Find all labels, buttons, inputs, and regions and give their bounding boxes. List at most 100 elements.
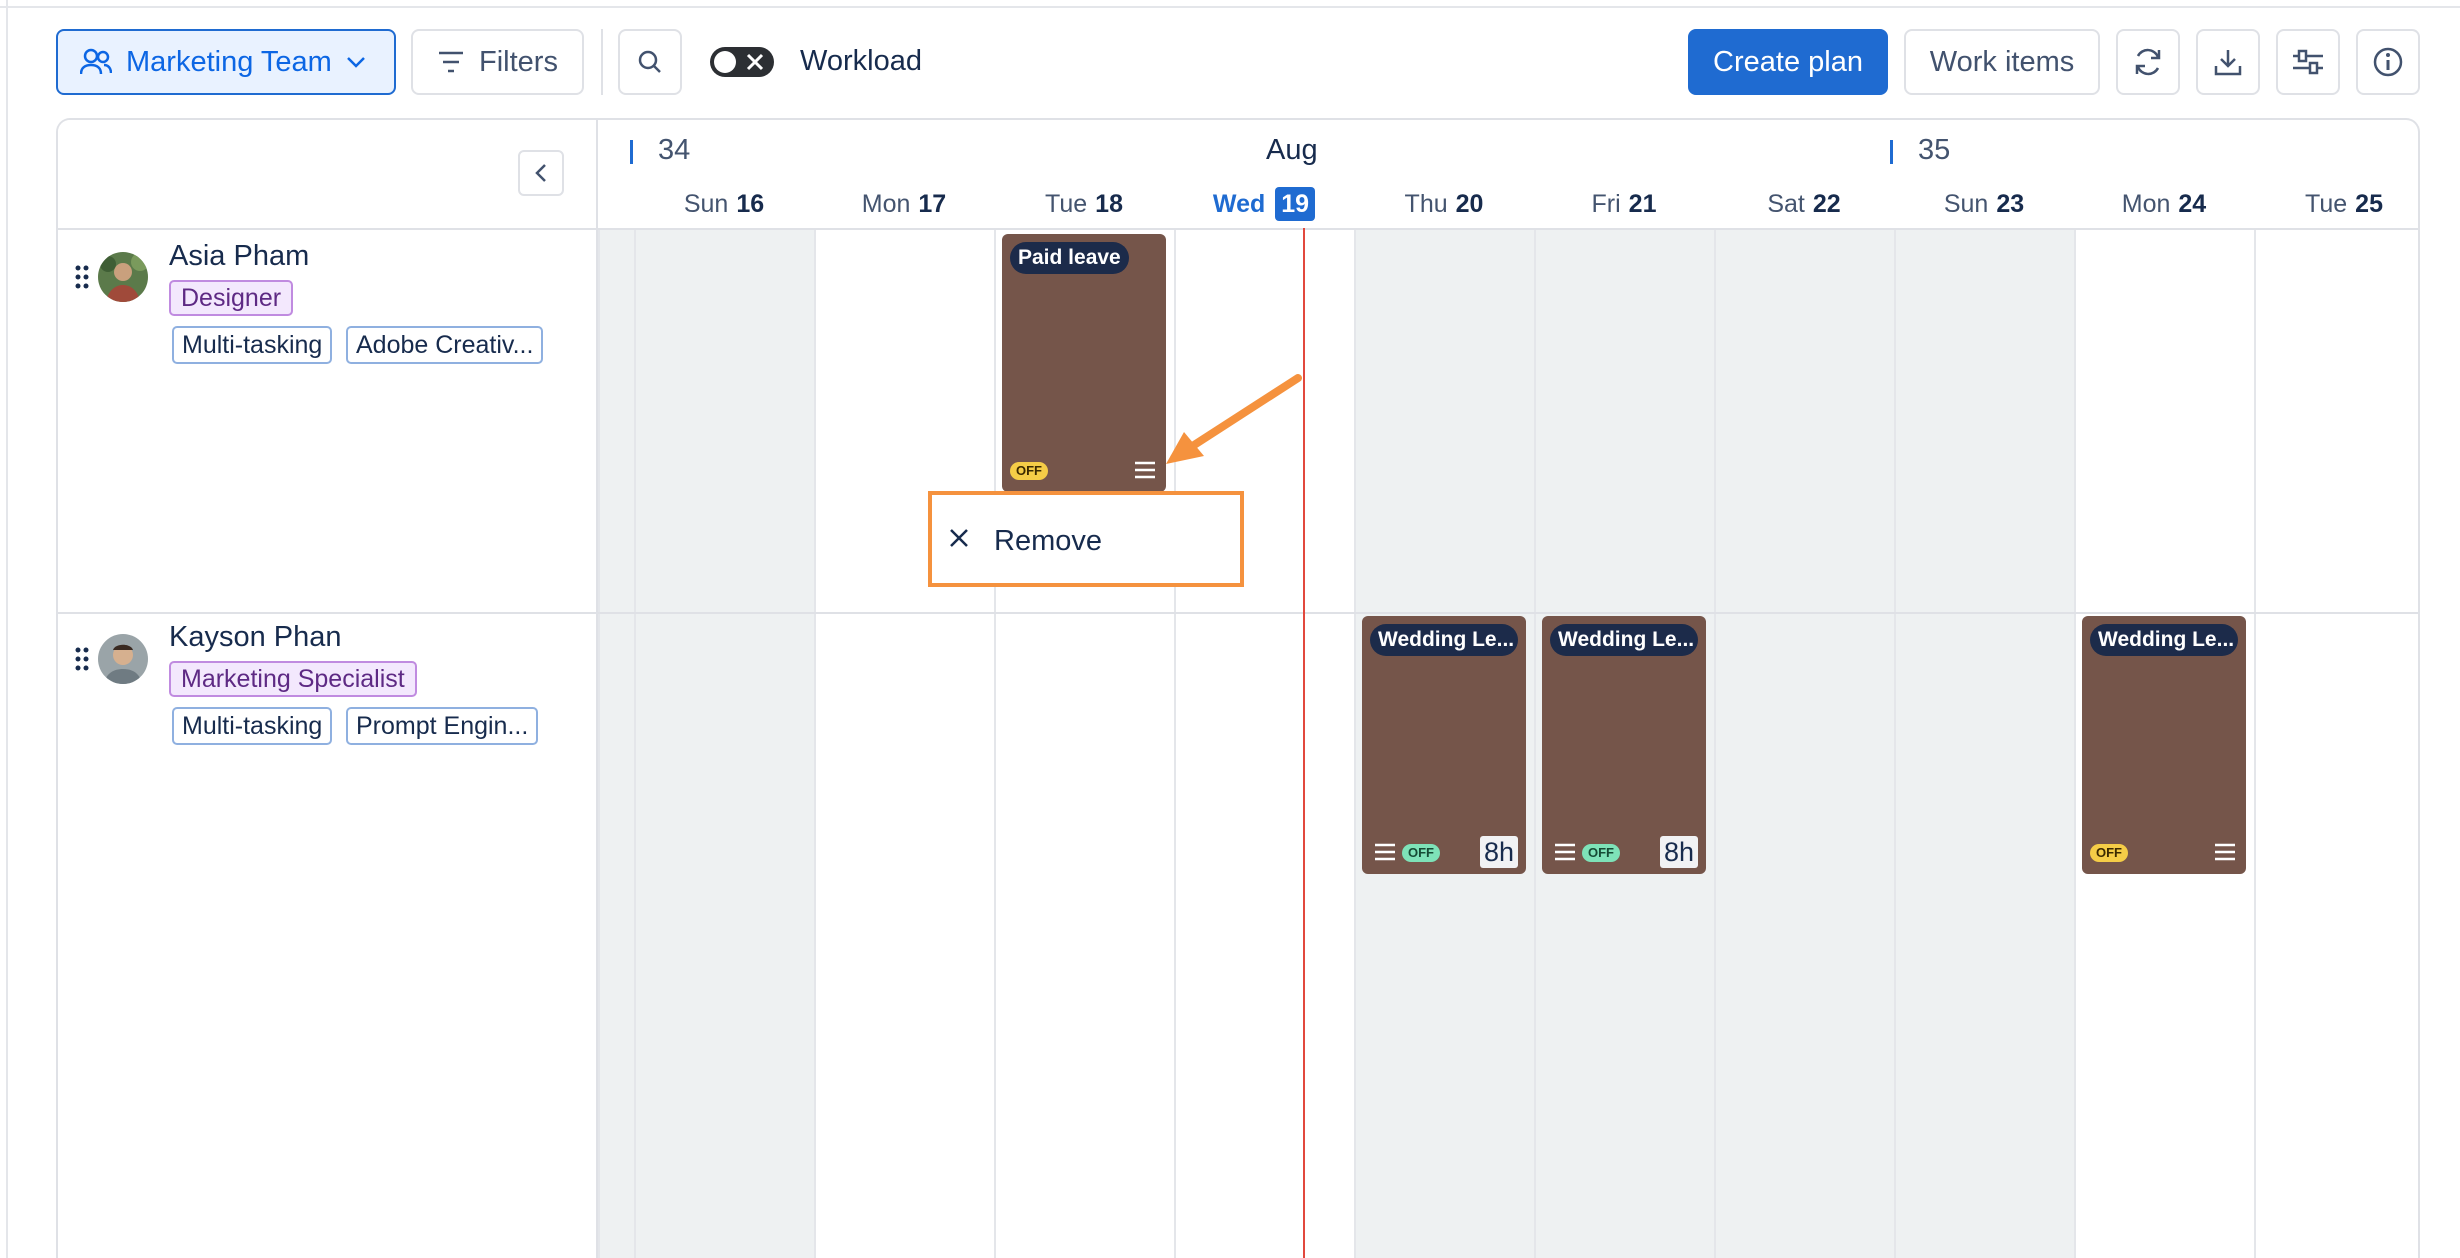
drag-handle-icon[interactable] <box>74 646 90 672</box>
day-number: 18 <box>1095 190 1123 218</box>
collapse-panel-button[interactable] <box>518 150 564 196</box>
day-number: 24 <box>2178 190 2207 218</box>
settings-button[interactable] <box>2276 29 2340 95</box>
day-number: 25 <box>2355 190 2383 218</box>
leave-block[interactable]: Paid leave OFF <box>1002 234 1166 492</box>
leave-title: Wedding Le... <box>1370 624 1518 656</box>
day-name: Tue <box>1045 190 1088 218</box>
day-number: 23 <box>1996 190 2025 218</box>
day-number: 22 <box>1812 190 1841 218</box>
team-label: Marketing Team <box>126 45 332 78</box>
info-icon <box>2373 47 2403 77</box>
hours-label: 8h <box>1659 836 1698 868</box>
week-number: 35 <box>1918 134 1951 166</box>
menu-icon[interactable] <box>2214 842 2236 862</box>
row-divider <box>58 612 2418 614</box>
filters-label: Filters <box>479 45 558 78</box>
toggle-knob <box>714 51 736 73</box>
day-name: Sun <box>1943 190 1989 218</box>
toolbar-divider <box>601 29 603 95</box>
skill-tag: Adobe Creativ... <box>346 326 544 364</box>
day-number: 20 <box>1455 190 1484 218</box>
close-icon <box>950 529 968 547</box>
week-marker <box>630 140 633 164</box>
month-label: Aug <box>1266 134 1318 166</box>
off-badge: OFF <box>1402 844 1440 862</box>
refresh-icon <box>2135 48 2161 76</box>
leave-title: Wedding Le... <box>2090 624 2238 656</box>
day-header-today: Wed 19 <box>1174 187 1354 221</box>
schedule-grid: 34 Aug 35 Sun 16 Mon 17 Tue 18 Wed 19 Thu 20 … <box>56 118 2420 1258</box>
day-column <box>634 228 814 1258</box>
team-icon <box>80 48 112 75</box>
day-name: Sun <box>683 190 729 218</box>
drag-handle-icon[interactable] <box>74 264 90 290</box>
avatar <box>98 252 148 302</box>
filter-icon <box>439 51 464 73</box>
remove-menu-item[interactable]: Remove <box>994 525 1102 558</box>
week-number: 34 <box>658 134 691 166</box>
day-header: Mon 17 <box>814 190 994 219</box>
top-border <box>0 0 2460 8</box>
team-selector-button[interactable]: Marketing Team <box>56 29 396 95</box>
header-divider <box>58 228 2418 230</box>
leave-context-menu: Remove <box>928 491 1244 587</box>
workload-toggle[interactable] <box>710 47 774 77</box>
work-items-button[interactable]: Work items <box>1904 29 2100 95</box>
role-badge: Designer <box>169 280 294 316</box>
menu-icon[interactable] <box>1374 842 1396 862</box>
person-name: Kayson Phan <box>169 621 342 653</box>
leave-block[interactable]: Wedding Le... OFF 8h <box>1542 616 1706 874</box>
day-name: Sat <box>1767 190 1805 218</box>
skill-tag: Prompt Engin... <box>346 707 539 745</box>
skill-tag: Multi-tasking <box>172 707 333 745</box>
off-badge: OFF <box>2090 844 2128 862</box>
annotation-arrow-icon <box>1166 374 1302 464</box>
create-plan-button[interactable]: Create plan <box>1688 29 1888 95</box>
day-name: Thu <box>1404 190 1448 218</box>
menu-icon[interactable] <box>1554 842 1576 862</box>
day-name: Mon <box>861 190 911 218</box>
info-button[interactable] <box>2356 29 2420 95</box>
off-badge: OFF <box>1010 462 1048 480</box>
filters-button[interactable]: Filters <box>411 29 584 95</box>
download-button[interactable] <box>2196 29 2260 95</box>
leave-block[interactable]: Wedding Le... OFF <box>2082 616 2246 874</box>
day-header: Thu 20 <box>1354 190 1534 219</box>
workload-label: Workload <box>800 45 922 77</box>
search-button[interactable] <box>618 29 682 95</box>
hours-label: 8h <box>1479 836 1518 868</box>
day-number: 21 <box>1628 190 1657 218</box>
chevron-down-icon <box>346 57 365 68</box>
day-name: Wed <box>1212 190 1266 218</box>
day-header: Sun 23 <box>1894 190 2074 219</box>
close-icon <box>746 53 764 71</box>
leave-block[interactable]: Wedding Le... OFF 8h <box>1362 616 1526 874</box>
sliders-icon <box>2293 49 2323 75</box>
refresh-button[interactable] <box>2116 29 2180 95</box>
avatar <box>98 634 148 684</box>
role-badge: Marketing Specialist <box>169 661 417 697</box>
download-icon <box>2214 50 2242 76</box>
day-column <box>2254 228 2418 1258</box>
left-border <box>6 0 8 1258</box>
day-header: Tue 18 <box>994 190 1174 219</box>
day-header: Fri 21 <box>1534 190 1714 219</box>
day-header: Tue 25 <box>2254 190 2418 219</box>
chevron-left-icon <box>535 164 546 182</box>
day-column <box>1714 228 1894 1258</box>
day-column <box>598 228 634 1258</box>
day-header: Sat 22 <box>1714 190 1894 219</box>
day-number: 16 <box>736 190 765 218</box>
skill-tag: Multi-tasking <box>172 326 333 364</box>
menu-icon[interactable] <box>1134 460 1156 480</box>
day-name: Mon <box>2121 190 2171 218</box>
day-header: Sun 16 <box>634 190 814 219</box>
day-column <box>1894 228 2074 1258</box>
week-marker <box>1890 140 1893 164</box>
day-number: 19 <box>1275 187 1316 221</box>
person-name: Asia Pham <box>169 240 310 272</box>
leave-title: Wedding Le... <box>1550 624 1698 656</box>
off-badge: OFF <box>1582 844 1620 862</box>
day-column <box>814 228 994 1258</box>
